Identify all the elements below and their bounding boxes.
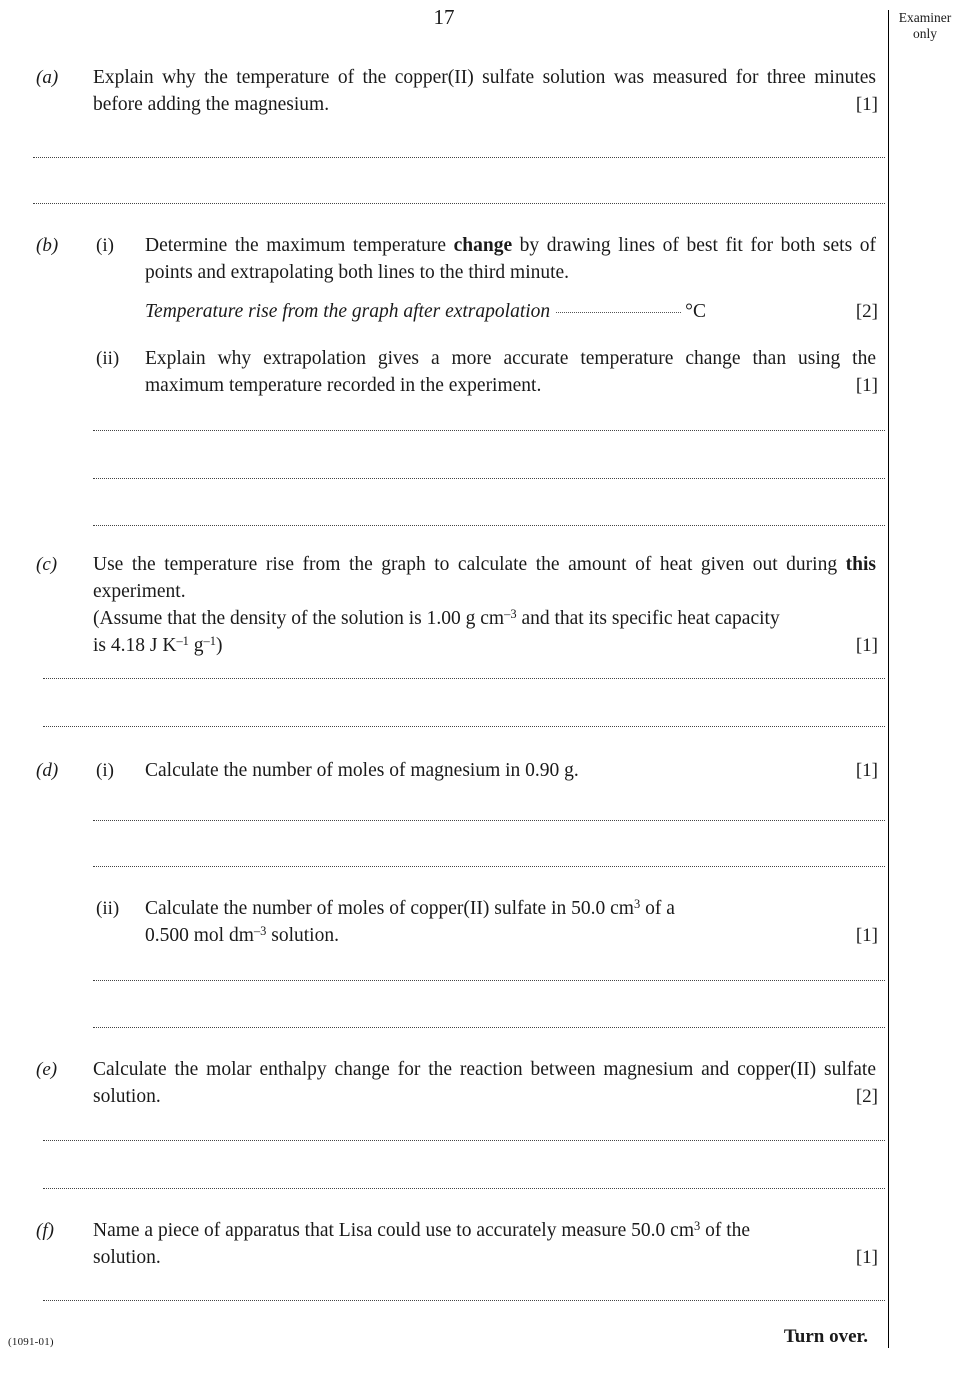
d-ii-sup-b: –3 [253,923,267,938]
question-b-ii: (ii) Explain why extrapolation gives a m… [0,345,888,399]
question-c-assumption-line2: is 4.18 J K–1 g–1) [93,632,876,659]
answer-prompt-label: Temperature rise from the graph after ex… [145,301,551,322]
assume-text-b: is 4.18 J K [93,635,177,656]
question-d-ii: (ii) Calculate the number of moles of co… [0,895,888,949]
question-d-ii-row: (ii) Calculate the number of moles of co… [0,895,888,949]
question-c-assumption-line1: (Assume that the density of the solution… [93,605,876,632]
answer-line-b-ii-1[interactable] [93,430,885,431]
question-c-marks: [1] [855,635,878,656]
bold-change: change [453,235,513,256]
answer-line-b-ii-2[interactable] [93,478,885,479]
f-text-a: Name a piece of apparatus that Lisa coul… [93,1220,694,1241]
question-d-i: (d) (i) Calculate the number of moles of… [0,757,888,784]
d-ii-text-b: 0.500 mol dm [145,925,254,946]
examiner-label-line1: Examiner [898,10,952,25]
examiner-only-label: Examiner only [890,10,960,42]
question-b-i-row: (b) (i) Determine the maximum temperatur… [0,232,888,286]
answer-unit-celsius: °C [685,301,706,322]
question-e-row: (e) Calculate the molar enthalpy change … [0,1056,888,1110]
question-d-ii-marks: [1] [855,925,878,946]
footer-paper-code: (1091-01) [8,1336,54,1348]
question-e-marker: (e) [36,1059,58,1080]
answer-line-d-ii-1[interactable] [93,980,885,981]
question-c-text: Use the temperature rise from the graph … [93,554,876,602]
answer-blank-temperature[interactable] [556,312,682,313]
question-d-ii-roman: (ii) [96,898,120,919]
f-text-a-tail: of the [700,1220,751,1241]
question-d-i-text: Calculate the number of moles of magnesi… [145,760,579,781]
assume-text-b-tail: ) [216,635,223,656]
question-f-text-line2: solution. [93,1247,161,1268]
question-f: (f) Name a piece of apparatus that Lisa … [0,1217,888,1271]
d-ii-text-a: Calculate the number of moles of copper(… [145,898,634,919]
question-a-marker: (a) [36,67,59,88]
question-e-text: Calculate the molar enthalpy change for … [93,1059,876,1107]
question-d-i-row: (d) (i) Calculate the number of moles of… [0,757,888,784]
answer-line-e-2[interactable] [43,1188,885,1189]
question-c-row: (c) Use the temperature rise from the gr… [0,551,888,659]
question-d-ii-text-line1: Calculate the number of moles of copper(… [145,895,876,922]
question-a: (a) Explain why the temperature of the c… [0,64,888,118]
question-b-ii-marks: [1] [855,375,878,396]
question-b-i-text: Determine the maximum temperature change… [145,235,876,283]
examiner-column-rule [888,10,889,1348]
question-c-marker: (c) [36,554,58,575]
question-f-marker: (f) [36,1220,54,1241]
assume-sup-a: –3 [504,606,517,621]
question-f-marks: [1] [855,1247,878,1268]
question-c: (c) Use the temperature rise from the gr… [0,551,888,659]
question-b-i-answer-prompt-row: Temperature rise from the graph after ex… [0,298,888,325]
question-b-i-marks: [2] [855,301,878,322]
answer-line-d-i-1[interactable] [93,820,885,821]
question-d-i-marks: [1] [855,760,878,781]
answer-line-d-i-2[interactable] [93,866,885,867]
question-b-marker: (b) [36,235,59,256]
answer-line-b-ii-3[interactable] [93,525,885,526]
d-ii-text-b-tail: solution. [266,925,339,946]
answer-line-c-2[interactable] [43,726,885,727]
answer-line-f-1[interactable] [43,1300,885,1301]
answer-line-a-2[interactable] [33,203,885,204]
question-b-ii-text: Explain why extrapolation gives a more a… [145,348,876,396]
question-a-row: (a) Explain why the temperature of the c… [0,64,888,118]
question-d-marker: (d) [36,760,59,781]
question-b-i-roman: (i) [96,235,114,256]
question-f-row: (f) Name a piece of apparatus that Lisa … [0,1217,888,1271]
answer-line-a-1[interactable] [33,157,885,158]
bold-this: this [845,554,876,575]
answer-line-d-ii-2[interactable] [93,1027,885,1028]
assume-sup-b1: –1 [176,633,189,648]
question-b-ii-row: (ii) Explain why extrapolation gives a m… [0,345,888,399]
assume-text-a: (Assume that the density of the solution… [93,608,505,629]
answer-line-e-1[interactable] [43,1140,885,1141]
assume-text-b-mid: g [188,635,204,656]
answer-prompt-wrap: Temperature rise from the graph after ex… [145,298,876,325]
turn-over-label: Turn over. [783,1326,868,1347]
question-b-ii-roman: (ii) [96,348,120,369]
question-a-marks: [1] [855,94,878,115]
question-e-marks: [2] [855,1086,878,1107]
question-f-text-line1: Name a piece of apparatus that Lisa coul… [93,1217,876,1244]
question-d-i-roman: (i) [96,760,114,781]
assume-sup-b2: –1 [203,633,216,648]
question-b-i: (b) (i) Determine the maximum temperatur… [0,232,888,286]
question-a-text: Explain why the temperature of the coppe… [93,67,876,115]
examiner-label-line2: only [912,26,937,41]
d-ii-text-a-tail: of a [640,898,675,919]
answer-line-c-1[interactable] [43,678,885,679]
page-number: 17 [433,5,455,29]
question-e: (e) Calculate the molar enthalpy change … [0,1056,888,1110]
assume-text-a-tail: and that its specific heat capacity [516,608,780,629]
question-d-ii-text-line2: 0.500 mol dm–3 solution. [145,922,876,949]
